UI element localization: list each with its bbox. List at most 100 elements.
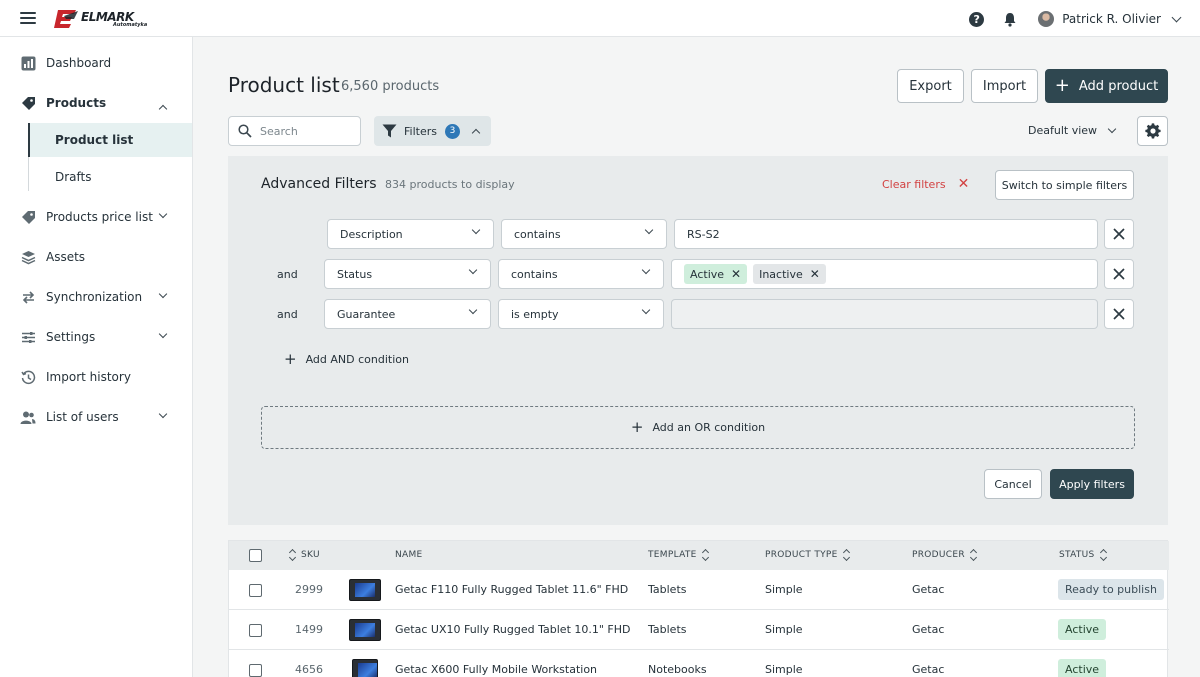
sort-icon [701, 548, 709, 562]
filters-button[interactable]: Filters 3 [374, 116, 491, 146]
connector-label: and [277, 268, 298, 281]
sidebar-item-dashboard[interactable]: Dashboard [0, 43, 192, 83]
condition-field-value: Description [340, 227, 403, 241]
plus-icon: + [1054, 75, 1070, 96]
row-sku: 4656 [295, 663, 323, 676]
row-checkbox[interactable] [249, 584, 262, 597]
condition-field-value: Guarantee [337, 307, 396, 321]
switch-simple-filters-button[interactable]: Switch to simple filters [995, 170, 1134, 200]
condition-operator-select[interactable]: is empty [498, 299, 664, 329]
help-icon[interactable]: ? [969, 11, 985, 27]
sidebar-item-list-of-users[interactable]: List of users [0, 397, 192, 437]
gear-icon [1144, 123, 1161, 139]
table-row[interactable]: 2999 Getac F110 Fully Rugged Tablet 11.6… [229, 570, 1169, 610]
remove-condition-button[interactable] [1104, 219, 1134, 249]
chip-active: Active ✕ [684, 264, 748, 284]
column-header-name[interactable]: NAME [395, 550, 423, 560]
search-input[interactable] [260, 124, 350, 138]
add-product-button[interactable]: + Add product [1045, 69, 1168, 103]
column-label: NAME [395, 550, 423, 560]
avatar[interactable] [1038, 11, 1055, 27]
close-icon[interactable]: ✕ [810, 267, 820, 281]
export-button[interactable]: Export [897, 69, 964, 103]
user-name[interactable]: Patrick R. Olivier [1062, 12, 1161, 26]
product-count: 6,560 products [341, 79, 440, 94]
condition-value-text: RS-S2 [687, 227, 720, 241]
tag-icon [20, 95, 36, 111]
row-producer: Getac [912, 623, 945, 636]
row-checkbox[interactable] [249, 664, 262, 677]
column-header-product-type[interactable]: PRODUCT TYPE [765, 548, 850, 562]
top-bar: ELMARK Automatyka ? Patrick R. Olivier [0, 0, 1200, 37]
condition-operator-value: contains [514, 227, 561, 241]
condition-field-select[interactable]: Guarantee [324, 299, 491, 329]
remove-condition-button[interactable] [1104, 299, 1134, 329]
row-name[interactable]: Getac X600 Fully Mobile Workstation [395, 663, 597, 676]
sidebar-item-synchronization[interactable]: Synchronization [0, 277, 192, 317]
clear-filters-button[interactable]: Clear filters ✕ [882, 177, 969, 191]
row-name[interactable]: Getac UX10 Fully Rugged Tablet 10.1" FHD [395, 623, 631, 636]
close-icon [1113, 228, 1125, 240]
row-type: Simple [765, 623, 803, 636]
advanced-filters-title: Advanced Filters [261, 176, 377, 192]
sidebar-item-label: Assets [46, 250, 86, 264]
table-row[interactable]: 4656 Getac X600 Fully Mobile Workstation… [229, 650, 1169, 677]
sidebar-item-assets[interactable]: Assets [0, 237, 192, 277]
sidebar-item-label: Import history [46, 370, 131, 384]
chevron-down-icon[interactable] [158, 409, 168, 419]
row-name[interactable]: Getac F110 Fully Rugged Tablet 11.6" FHD [395, 583, 628, 596]
view-select[interactable]: Deafult view [1028, 124, 1117, 137]
product-thumbnail [349, 619, 381, 641]
column-label: PRODUCER [912, 550, 965, 560]
row-template: Notebooks [648, 663, 707, 676]
bell-icon[interactable] [1003, 12, 1017, 27]
row-checkbox[interactable] [249, 624, 262, 637]
condition-operator-value: is empty [511, 307, 559, 321]
column-label: STATUS [1059, 550, 1095, 560]
chevron-down-icon [641, 305, 651, 315]
row-template: Tablets [648, 623, 687, 636]
add-or-condition-button[interactable]: + Add an OR condition [261, 406, 1135, 449]
logo[interactable]: ELMARK Automatyka [54, 6, 147, 32]
cancel-button[interactable]: Cancel [984, 469, 1042, 499]
chevron-down-icon[interactable] [158, 329, 168, 339]
chevron-down-icon[interactable] [158, 289, 168, 299]
column-header-sku[interactable]: SKU [288, 548, 320, 562]
condition-chips-input[interactable]: Active ✕ Inactive ✕ [671, 259, 1098, 289]
add-product-label: Add product [1078, 78, 1159, 94]
column-header-status[interactable]: STATUS [1059, 548, 1107, 562]
sidebar-item-import-history[interactable]: Import history [0, 357, 192, 397]
chevron-down-icon[interactable] [158, 209, 168, 219]
add-and-condition-button[interactable]: + Add AND condition [284, 352, 409, 367]
column-header-producer[interactable]: PRODUCER [912, 548, 977, 562]
status-badge: Active [1058, 619, 1107, 640]
table-row[interactable]: 1499 Getac UX10 Fully Rugged Tablet 10.1… [229, 610, 1169, 650]
sidebar-subitem-product-list[interactable]: Product list [28, 123, 192, 157]
menu-icon[interactable] [20, 12, 36, 24]
sort-icon [842, 548, 850, 562]
search-box[interactable] [228, 116, 361, 146]
chevron-up-icon[interactable] [158, 104, 168, 114]
import-button[interactable]: Import [971, 69, 1038, 103]
chevron-down-icon[interactable] [1171, 12, 1182, 22]
apply-filters-button[interactable]: Apply filters [1050, 469, 1134, 499]
close-icon: ✕ [957, 176, 970, 192]
select-all-checkbox[interactable] [249, 549, 262, 562]
condition-field-select[interactable]: Status [324, 259, 491, 289]
product-thumbnail [349, 579, 381, 601]
condition-value-input[interactable]: RS-S2 [674, 219, 1098, 249]
table-header: SKU NAME TEMPLATE PRODUCT TYPE PRODUCER … [229, 541, 1169, 570]
remove-condition-button[interactable] [1104, 259, 1134, 289]
sidebar-item-settings[interactable]: Settings [0, 317, 192, 357]
close-icon[interactable]: ✕ [731, 267, 741, 281]
condition-operator-select[interactable]: contains [501, 219, 667, 249]
sidebar-subitem-drafts[interactable]: Drafts [28, 160, 192, 194]
condition-operator-select[interactable]: contains [498, 259, 664, 289]
condition-field-select[interactable]: Description [327, 219, 494, 249]
column-header-template[interactable]: TEMPLATE [648, 548, 709, 562]
settings-button[interactable] [1137, 116, 1168, 146]
sidebar-item-products-price-list[interactable]: Products price list [0, 197, 192, 237]
layers-icon [20, 249, 36, 265]
sidebar-item-products[interactable]: Products [0, 83, 192, 123]
chevron-up-icon [471, 128, 481, 137]
